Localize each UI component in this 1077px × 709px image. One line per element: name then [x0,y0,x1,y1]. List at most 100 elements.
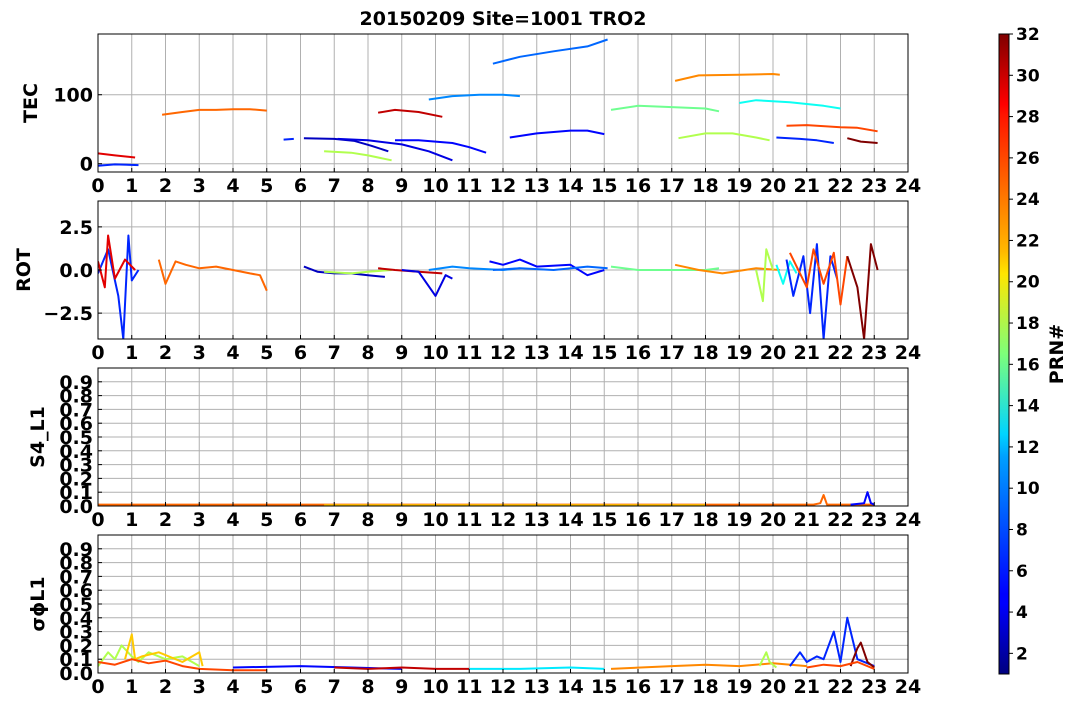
series-line-prn-16 [610,104,720,113]
x-tick-label: 18 [692,509,718,531]
series-line-prn-18 [755,248,774,303]
x-tick-label: 5 [260,342,273,364]
x-tick-label: 5 [260,175,273,197]
prn-colorbar: PRN# 2468101214161820222426283032 [998,25,1068,675]
series-line-prn-29 [98,152,136,159]
x-tick-label: 19 [726,342,752,364]
x-tick-label: 24 [895,509,921,531]
x-tick-label: 6 [294,676,307,698]
x-tick-label: 1 [125,342,138,364]
colorbar-tick-label: 8 [1016,520,1028,540]
x-tick-label: 7 [328,175,341,197]
panel-4: 0 1 2 3 4 5 6 7 8 9 10 11 12 13 14 15 16 17 18 19 20 21 22 23 24… [27,534,921,698]
colorbar-tick-label: 22 [1016,231,1040,251]
series-group [98,491,875,506]
x-tick-label: 17 [659,509,685,531]
x-tick-label: 10 [422,509,448,531]
x-tick-label: 6 [294,342,307,364]
x-tick-label: 5 [260,509,273,531]
x-tick-label: 15 [591,676,617,698]
x-tick-label: 9 [395,509,408,531]
y-axis-label: σϕL1 [27,576,49,631]
y-tick-label: 100 [53,85,93,107]
series-line-prn-16 [610,265,720,271]
x-tick-label: 15 [591,509,617,531]
series-line-prn-25 [157,259,268,292]
series-line-prn-8 [492,38,608,65]
x-tick-label: 0 [91,509,104,531]
colorbar-tick-label: 10 [1016,479,1040,499]
x-tick-label: 1 [125,175,138,197]
colorbar-tick-label: 28 [1016,108,1040,128]
series-line-prn-32 [846,243,879,339]
x-tick-label: 3 [193,175,206,197]
x-tick-label: 13 [524,342,550,364]
series-line-prn-12 [469,666,605,670]
x-tick-label: 15 [591,342,617,364]
colorbar-gradient [998,33,1010,675]
colorbar-tick-label: 4 [1016,603,1028,623]
series-line-prn-6 [98,163,139,167]
x-tick-label: 17 [659,175,685,197]
series-line-prn-24 [674,73,780,82]
x-tick-label: 22 [827,175,853,197]
x-tick-label: 17 [659,676,685,698]
colorbar-tick-label: 12 [1016,438,1040,458]
series-line-prn-25 [98,494,875,506]
series-group [98,616,875,672]
x-tick-label: 19 [726,509,752,531]
y-axis-label: S4_L1 [27,406,49,468]
colorbar-tick-label: 2 [1016,644,1028,664]
x-tick-label: 14 [557,509,583,531]
series-line-prn-18 [758,651,778,669]
series-line-prn-9 [428,93,520,101]
y-tick-label: 0 [80,154,93,176]
x-tick-label: 18 [692,342,718,364]
series-line-prn-4 [401,269,453,297]
x-tick-label: 21 [794,342,820,364]
x-tick-label: 2 [159,175,172,197]
x-tick-label: 20 [760,676,786,698]
y-axis-label: TEC [20,83,42,123]
series-line-prn-5 [509,129,605,139]
x-tick-label: 21 [794,676,820,698]
colorbar-tick-label: 32 [1016,25,1040,45]
panel-2: 0 1 2 3 4 5 6 7 8 9 10 11 12 13 14 15 16 17 18 19 20 21 22 23 24… [13,200,921,364]
x-tick-label: 16 [625,676,651,698]
x-tick-label: 20 [760,509,786,531]
x-tick-label: 12 [490,175,516,197]
x-tick-label: 15 [591,175,617,197]
x-tick-label: 8 [361,342,374,364]
x-tick-label: 6 [294,509,307,531]
x-tick-label: 24 [895,342,921,364]
series-line-prn-32 [847,137,878,144]
x-tick-label: 7 [328,342,341,364]
colorbar-tick-label: 30 [1016,66,1040,86]
x-tick-label: 12 [490,509,516,531]
x-tick-label: 18 [692,175,718,197]
x-tick-label: 9 [395,175,408,197]
x-tick-label: 20 [760,342,786,364]
x-tick-label: 22 [827,509,853,531]
x-tick-label: 2 [159,676,172,698]
y-tick-label: 0.0 [59,260,93,282]
x-tick-label: 13 [524,175,550,197]
x-tick-label: 21 [794,175,820,197]
x-tick-label: 16 [625,509,651,531]
series-line-prn-26 [786,124,878,133]
y-tick-label: 2.5 [59,217,93,239]
x-tick-label: 24 [895,175,921,197]
x-tick-label: 18 [692,676,718,698]
x-tick-label: 19 [726,676,752,698]
x-tick-label: 24 [895,676,921,698]
x-tick-label: 4 [226,509,239,531]
panel-3: 0 1 2 3 4 5 6 7 8 9 10 11 12 13 14 15 16 17 18 19 20 21 22 23 24… [27,367,921,531]
x-tick-label: 19 [726,175,752,197]
colorbar-tick-label: 20 [1016,273,1040,293]
series-group [98,234,879,339]
x-tick-label: 8 [361,175,374,197]
colorbar-tick-label: 6 [1016,562,1028,582]
scintillation-figure: 20150209 Site=1001 TRO2 0 1 2 3 4 5 6 7 8 9 10 11 12… [13,8,1068,698]
x-tick-label: 11 [456,676,482,698]
x-tick-label: 3 [193,676,206,698]
